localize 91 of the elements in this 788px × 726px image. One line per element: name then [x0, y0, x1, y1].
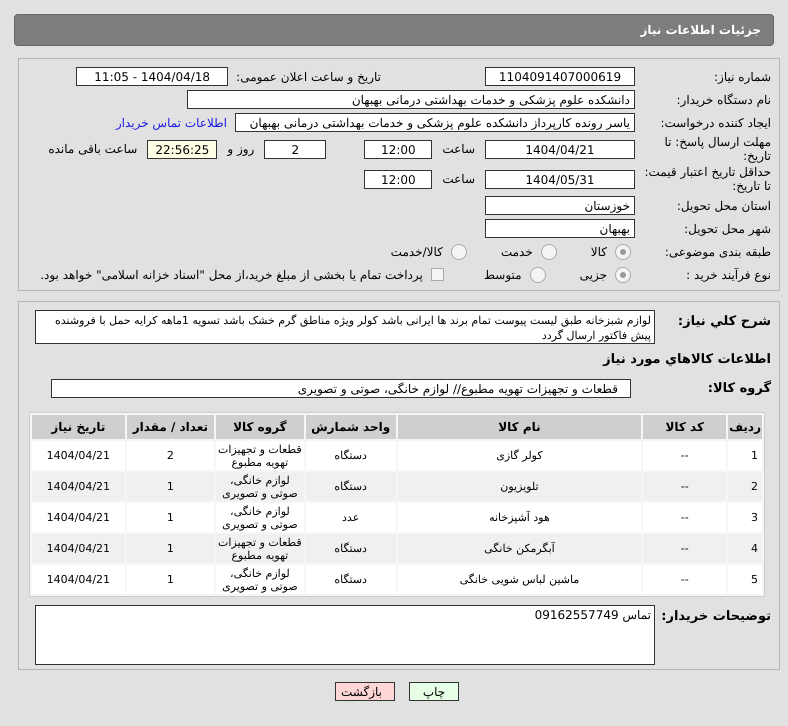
field-label: مهلت ارسال پاسخ: تا تاریخ:: [663, 135, 771, 163]
time-label: ساعت: [442, 142, 475, 156]
field-label: حداقل تاریخ اعتبار قیمت: تا تاریخ:: [643, 165, 771, 193]
section-title: اطلاعات کالاهاي مورد نياز: [602, 352, 772, 367]
table-cell: --: [643, 472, 726, 501]
field-label: نام دستگاه خریدار:: [676, 92, 771, 106]
checkbox[interactable]: [430, 268, 444, 281]
deadline-date-field: 1404/04/21: [485, 140, 635, 158]
field-label: نوع فرآیند خرید :: [685, 268, 771, 282]
validity-date-field: 1404/05/31: [485, 170, 635, 188]
field-label: طبقه بندی موضوعی:: [664, 244, 771, 258]
radio-label: خدمت: [500, 244, 533, 258]
table-cell: 3: [728, 503, 762, 532]
table-cell: --: [643, 503, 726, 532]
radio-button[interactable]: [615, 266, 631, 282]
radio-label: کالا: [590, 244, 607, 258]
remaining-label: ساعت باقی مانده: [48, 142, 138, 156]
days-label: روز و: [227, 142, 254, 156]
field-label: توضیحات خریدار:: [660, 608, 771, 624]
table-cell: 1: [728, 441, 762, 470]
table-cell: 1: [126, 503, 214, 532]
table-cell: 2: [728, 472, 762, 501]
table-cell: لوازم خانگی، صوتی و تصویری: [216, 503, 304, 532]
buyer-contact-link[interactable]: اطلاعات تماس خریدار: [116, 116, 227, 130]
province-field: خوزستان: [485, 196, 635, 215]
radio-label: کالا/خدمت: [390, 244, 443, 258]
radio-label: جزیی: [580, 268, 607, 282]
column-header: گروه کالا: [216, 415, 304, 439]
table-cell: --: [643, 565, 726, 594]
table-cell: 4: [728, 534, 762, 563]
table-cell: قطعات و تجهیزات تهویه مطبوع: [216, 534, 304, 563]
table-cell: دستگاه: [306, 441, 396, 470]
description-field: لوازم شبزخانه طبق لیست پیوست تمام برند ها ایرانی باشد کولر ویژه مناطق گرم خشک باشد تسویه 1ماهه کرایه حمل با فروشنده پیش فاکتور ارسال گردد: [35, 310, 655, 344]
column-header: کد کالا: [643, 415, 726, 439]
table-cell: کولر گازی: [398, 441, 642, 470]
table-cell: تلویزیون: [398, 472, 642, 501]
back-button[interactable]: بازگشت: [335, 682, 395, 701]
table-cell: دستگاه: [306, 534, 396, 563]
goods-group-field: قطعات و تجهیزات تهویه مطبوع// لوازم خانگی، صوتی و تصویری: [51, 379, 631, 398]
remaining-time-field: 22:56:25: [147, 140, 218, 158]
table-cell: دستگاه: [306, 565, 396, 594]
field-label: تاریخ و ساعت اعلان عمومی:: [236, 70, 381, 84]
creator-field: یاسر رونده کارپرداز دانشکده علوم پزشکی و خدمات بهداشتی درمانی بهبهان: [235, 113, 635, 132]
field-label: شرح کلي نياز:: [676, 313, 771, 329]
print-button[interactable]: چاپ: [409, 682, 459, 701]
page-title: جزئیات اطلاعات نیاز: [640, 23, 761, 37]
buyer-org-field: دانشکده علوم پزشکی و خدمات بهداشتی درمانی بهبهان: [187, 90, 635, 109]
table-cell: 1404/04/21: [32, 565, 125, 594]
table-cell: 5: [728, 565, 762, 594]
days-field: 2: [264, 140, 326, 158]
deadline-time-field: 12:00: [364, 140, 432, 158]
table-cell: 2: [126, 441, 214, 470]
table-cell: دستگاه: [306, 472, 396, 501]
radio-button[interactable]: [615, 244, 631, 260]
radio-button[interactable]: [530, 266, 546, 282]
validity-time-field: 12:00: [364, 170, 432, 188]
column-header: تعداد / مقدار: [126, 415, 214, 439]
table-cell: 1404/04/21: [32, 503, 125, 532]
field-label: ایجاد کننده درخواست:: [659, 116, 771, 130]
table-cell: 1: [126, 565, 214, 594]
table-cell: قطعات و تجهیزات تهویه مطبوع: [216, 441, 304, 470]
field-label: گروه کالا:: [706, 381, 771, 396]
column-header: نام کالا: [398, 415, 642, 439]
table-cell: --: [643, 534, 726, 563]
table-cell: 1: [126, 472, 214, 501]
table-cell: عدد: [306, 503, 396, 532]
table-cell: آبگرمکن خانگی: [398, 534, 642, 563]
table-cell: لوازم خانگی، صوتی و تصویری: [216, 472, 304, 501]
field-label: شماره نیاز:: [713, 70, 771, 84]
table-cell: --: [643, 441, 726, 470]
field-label: شهر محل تحویل:: [683, 222, 771, 236]
time-label: ساعت: [442, 172, 475, 186]
table-cell: 1: [126, 534, 214, 563]
table-cell: هود آشپزخانه: [398, 503, 642, 532]
field-label: استان محل تحویل:: [676, 198, 771, 212]
checkbox-label: پرداخت تمام یا بخشی از مبلغ خرید،از محل "اسناد خزانه اسلامی" خواهد بود.: [40, 268, 423, 282]
radio-button[interactable]: [450, 244, 467, 260]
need-number-field: 1104091407000619: [485, 67, 635, 86]
table-cell: 1404/04/21: [32, 441, 125, 470]
table-cell: ماشین لباس شویی خانگی: [398, 565, 642, 594]
column-header: واحد شمارش: [306, 415, 396, 439]
announce-date-field: 1404/04/18 - 11:05: [76, 67, 228, 86]
radio-button[interactable]: [540, 244, 557, 260]
table-cell: لوازم خانگی، صوتی و تصویری: [216, 565, 304, 594]
table-cell: 1404/04/21: [32, 472, 125, 501]
table-cell: 1404/04/21: [32, 534, 125, 563]
buyer-notes-field: تماس 09162557749: [35, 605, 655, 665]
radio-label: متوسط: [484, 268, 522, 282]
column-header: تاریخ نیاز: [32, 415, 125, 439]
column-header: ردیف: [728, 415, 762, 439]
city-field: بهبهان: [485, 219, 635, 238]
